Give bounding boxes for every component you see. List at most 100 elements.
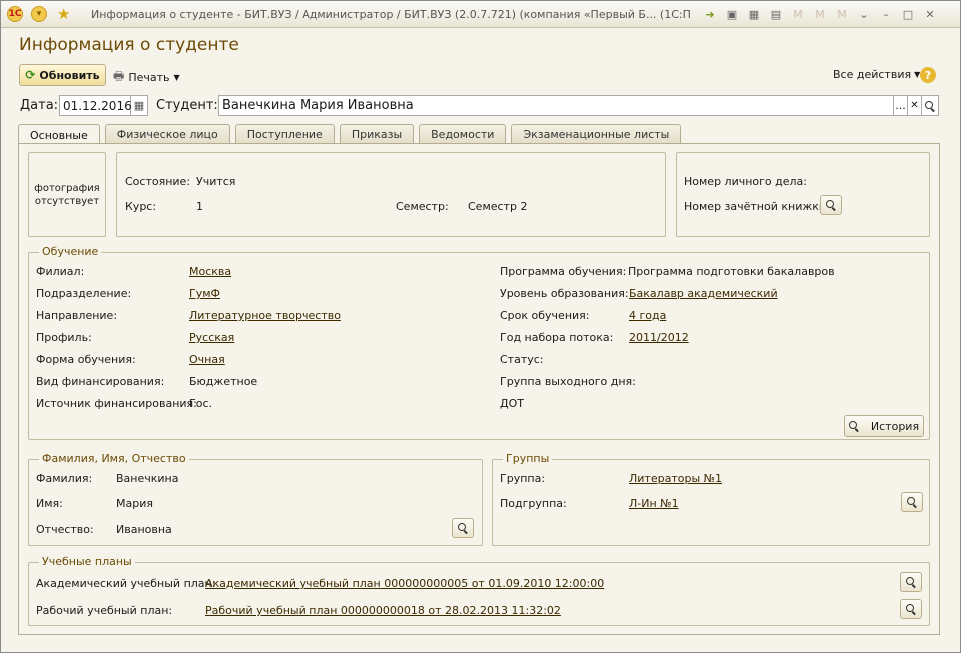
- intake-year-link[interactable]: 2011/2012: [629, 331, 689, 344]
- menu-dropdown-icon[interactable]: ▾: [31, 6, 47, 22]
- edu-level-label: Уровень образования:: [500, 287, 629, 300]
- help-icon: ?: [924, 68, 932, 82]
- fio-group: Фамилия, Имя, Отчество Фамилия: Ванечкин…: [28, 452, 483, 546]
- search-icon: [906, 604, 916, 614]
- go-arrow-icon[interactable]: ➜: [701, 5, 719, 23]
- groups-legend: Группы: [503, 452, 553, 465]
- 1c-logo-icon[interactable]: 1С: [7, 6, 23, 22]
- print-button[interactable]: 🖶 Печать ▼: [113, 67, 180, 88]
- search-icon: [906, 577, 916, 587]
- calculator-icon[interactable]: ▦: [745, 5, 763, 23]
- plans-group: Учебные планы Академический учебный план…: [28, 555, 930, 626]
- work-plan-search-button[interactable]: [900, 599, 922, 619]
- status-box: Состояние: Учится Курс: 1 Семестр: Семес…: [116, 152, 666, 237]
- groups-group: Группы Группа: Литераторы №1 Подгруппа: …: [492, 452, 930, 546]
- branch-label: Филиал:: [36, 265, 85, 278]
- middle-name-label: Отчество:: [36, 523, 94, 536]
- academic-plan-link[interactable]: Академический учебный план 000000000005 …: [205, 577, 604, 590]
- edu-level-link[interactable]: Бакалавр академический: [629, 287, 778, 300]
- direction-label: Направление:: [36, 309, 118, 322]
- duration-link[interactable]: 4 года: [629, 309, 666, 322]
- minimize-icon[interactable]: –: [877, 5, 895, 23]
- favorites-star-icon[interactable]: ★: [57, 5, 70, 23]
- funding-type-label: Вид финансирования:: [36, 375, 165, 388]
- course-value: 1: [196, 200, 203, 213]
- course-label: Курс:: [125, 200, 157, 213]
- student-open-button[interactable]: [921, 95, 939, 116]
- status-label: Статус:: [500, 353, 544, 366]
- student-clear-button[interactable]: ✕: [907, 95, 922, 116]
- division-label: Подразделение:: [36, 287, 132, 300]
- first-name-value: Мария: [116, 497, 153, 510]
- tab-orders[interactable]: Приказы: [339, 124, 415, 144]
- search-icon: [907, 497, 917, 507]
- tab-bar: Основные Физическое лицо Поступление При…: [18, 124, 682, 145]
- student-select-button[interactable]: ...: [893, 95, 908, 116]
- memory-minus-icon[interactable]: M: [833, 5, 851, 23]
- profile-link[interactable]: Русская: [189, 331, 234, 344]
- tab-person[interactable]: Физическое лицо: [104, 124, 230, 144]
- fio-search-button[interactable]: [452, 518, 474, 538]
- window-title: Информация о студенте - БИТ.ВУЗ / Админи…: [91, 8, 691, 21]
- refresh-button[interactable]: ⟳ Обновить: [19, 64, 106, 86]
- weekend-group-label: Группа выходного дня:: [500, 375, 636, 388]
- group-link[interactable]: Литераторы №1: [629, 472, 722, 485]
- tab-statements[interactable]: Ведомости: [419, 124, 507, 144]
- calendar-picker-icon[interactable]: ▦: [131, 95, 148, 116]
- chevron-down-icon: ▼: [173, 73, 180, 82]
- academic-plan-label: Академический учебный план:: [36, 577, 216, 590]
- duration-label: Срок обучения:: [500, 309, 590, 322]
- date-label: Дата:: [20, 98, 59, 113]
- tab-panel-main: фотография отсутствует Состояние: Учится…: [18, 143, 940, 635]
- search-icon: [458, 523, 468, 533]
- funding-type-value: Бюджетное: [189, 375, 258, 388]
- close-icon[interactable]: ✕: [921, 5, 939, 23]
- direction-link[interactable]: Литературное творчество: [189, 309, 341, 322]
- study-form-label: Форма обучения:: [36, 353, 136, 366]
- search-icon: [848, 421, 859, 431]
- state-value: Учится: [196, 175, 236, 188]
- division-link[interactable]: ГумФ: [189, 287, 220, 300]
- semester-label: Семестр:: [396, 200, 449, 213]
- search-icon: [826, 200, 836, 210]
- branch-link[interactable]: Москва: [189, 265, 231, 278]
- subgroup-link[interactable]: Л-Ин №1: [629, 497, 679, 510]
- memory-plus-icon[interactable]: M: [811, 5, 829, 23]
- help-button[interactable]: ?: [920, 67, 936, 83]
- record-book-search-button[interactable]: [820, 195, 842, 215]
- plans-legend: Учебные планы: [39, 555, 135, 568]
- date-input[interactable]: 01.12.2016: [59, 95, 132, 116]
- program-value: Программа подготовки бакалавров: [628, 265, 835, 278]
- maximize-icon[interactable]: □: [899, 5, 917, 23]
- work-plan-link[interactable]: Рабочий учебный план 000000000018 от 28.…: [205, 604, 561, 617]
- tab-exam-sheets[interactable]: Экзаменационные листы: [511, 124, 682, 144]
- fio-legend: Фамилия, Имя, Отчество: [39, 452, 189, 465]
- work-plan-label: Рабочий учебный план:: [36, 604, 173, 617]
- print-label: Печать: [128, 71, 170, 84]
- chevron-down-icon[interactable]: ⌄: [855, 5, 873, 23]
- photo-box: фотография отсутствует: [28, 152, 106, 237]
- bookmark-icon[interactable]: ▣: [723, 5, 741, 23]
- calendar-icon[interactable]: ▤: [767, 5, 785, 23]
- printer-icon: 🖶: [113, 69, 125, 83]
- all-actions-label: Все действия: [833, 68, 912, 81]
- memory-icon[interactable]: M: [789, 5, 807, 23]
- funding-source-label: Источник финансирования:: [36, 397, 197, 410]
- profile-label: Профиль:: [36, 331, 92, 344]
- all-actions-button[interactable]: Все действия ▼: [833, 68, 920, 81]
- refresh-icon: ⟳: [25, 68, 36, 82]
- tab-admission[interactable]: Поступление: [234, 124, 335, 144]
- intake-year-label: Год набора потока:: [500, 331, 614, 344]
- academic-plan-search-button[interactable]: [900, 572, 922, 592]
- student-value: Ванечкина Мария Ивановна: [222, 98, 414, 113]
- education-group: Обучение Филиал: Москва Подразделение: Г…: [28, 245, 930, 440]
- date-value: 01.12.2016: [63, 98, 132, 113]
- study-form-link[interactable]: Очная: [189, 353, 225, 366]
- last-name-value: Ванечкина: [116, 472, 179, 485]
- middle-name-value: Ивановна: [116, 523, 172, 536]
- tab-main[interactable]: Основные: [18, 124, 100, 145]
- groups-search-button[interactable]: [901, 492, 923, 512]
- app-window: 1С ▾ ★ Информация о студенте - БИТ.ВУЗ /…: [0, 0, 961, 653]
- history-button[interactable]: История: [844, 415, 924, 437]
- student-input[interactable]: Ванечкина Мария Ивановна: [218, 95, 894, 116]
